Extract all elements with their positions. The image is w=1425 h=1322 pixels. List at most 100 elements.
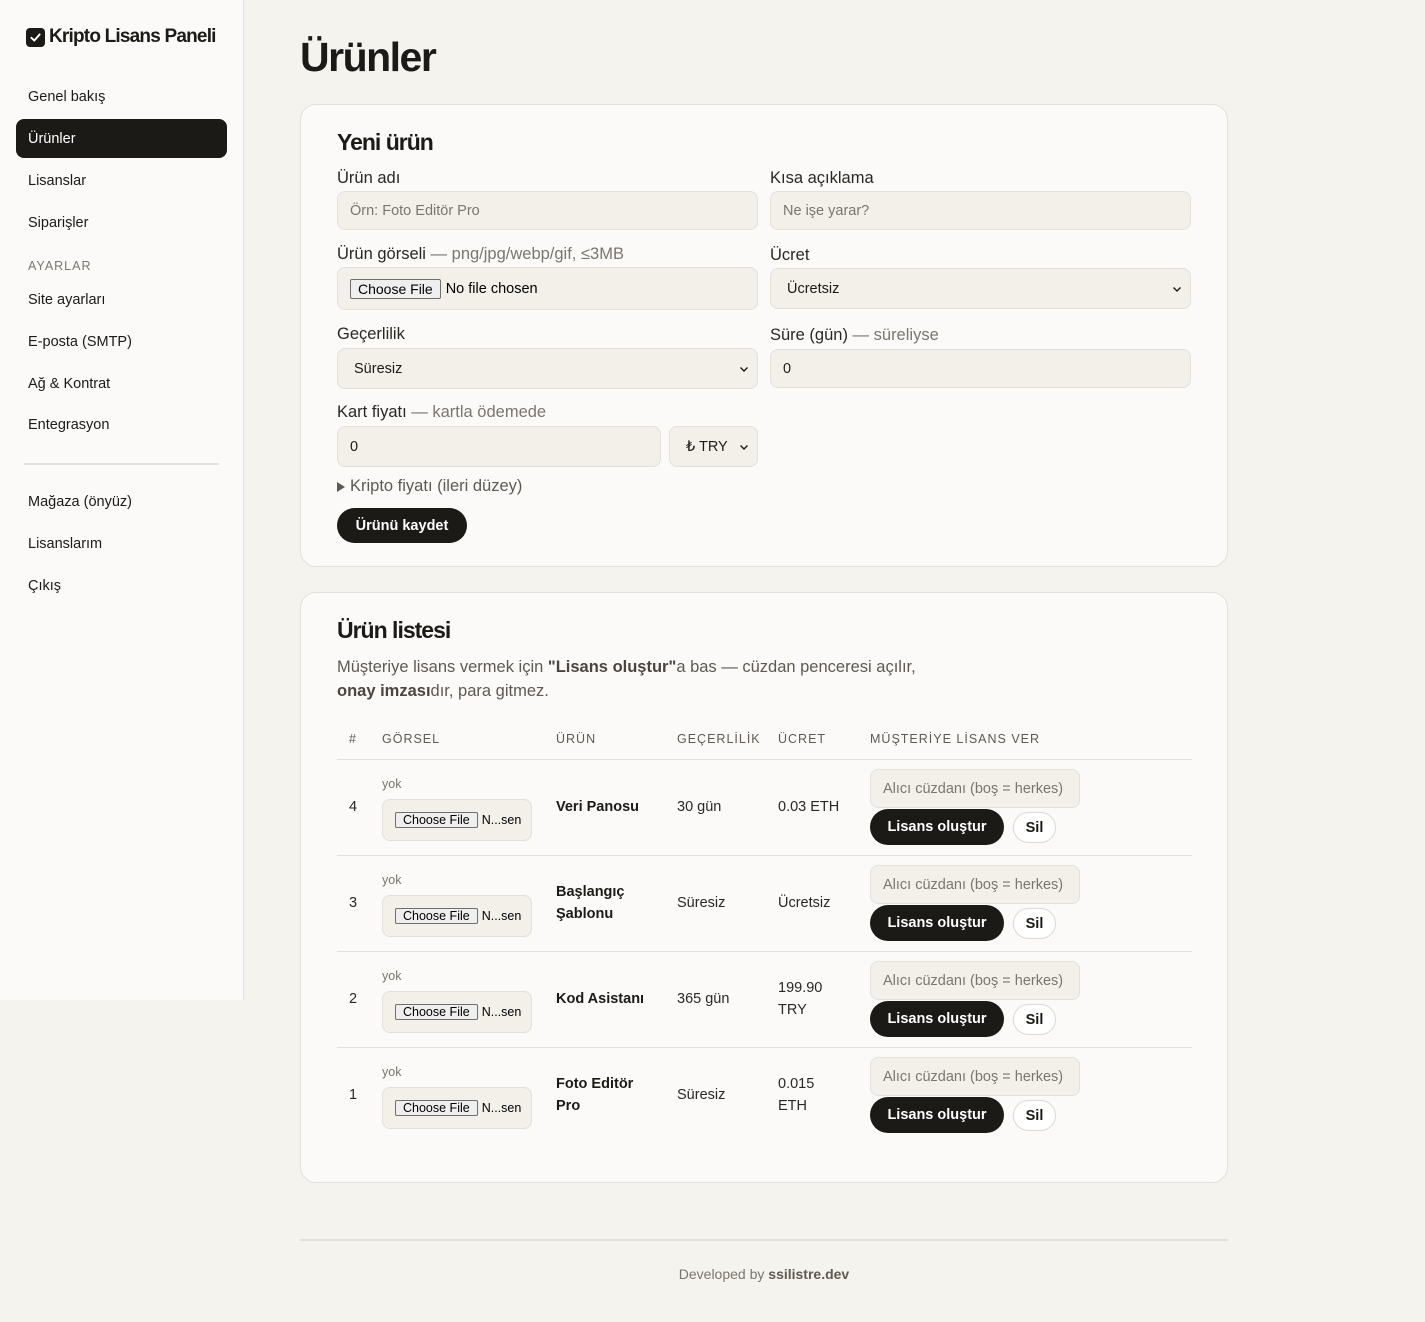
desc-text-3: dır, para gitmez. <box>430 682 549 700</box>
short-desc-input[interactable]: Ne işe yarar? <box>770 191 1191 230</box>
nav-item-products[interactable]: Ürünler <box>16 119 227 158</box>
row-validity: Süresiz <box>677 895 726 911</box>
brand-title: Kripto Lisans Paneli <box>49 26 216 47</box>
column-header-validity: GEÇERLİLİK <box>677 732 761 746</box>
row-product-name-line-1: Başlangıç <box>556 884 625 900</box>
row-price-line-1: 0.03 ETH <box>778 799 840 815</box>
row-price-line-1: 0.015 <box>778 1076 815 1092</box>
brand[interactable]: Kripto Lisans Paneli <box>26 26 216 48</box>
short-desc-label: Kısa açıklama <box>770 169 874 187</box>
duration-label-text: Süre (gün) <box>770 326 848 344</box>
duration-label: Süre (gün) — süreliyse <box>770 326 939 345</box>
validity-select-value: Süresiz <box>354 360 403 377</box>
row-divider <box>337 855 1192 856</box>
crypto-price-details[interactable]: Kripto fiyatı (ileri düzey) <box>337 477 522 496</box>
nav-item-smtp[interactable]: E-posta (SMTP) <box>16 322 227 361</box>
column-header-id: # <box>349 732 357 746</box>
table-header-divider <box>337 759 1192 760</box>
row-divider <box>337 951 1192 952</box>
product-image-file-input: Choose File No file chosen <box>337 267 758 310</box>
wallet-input[interactable]: Alıcı cüzdanı (boş = herkes) <box>870 961 1080 1000</box>
wallet-input[interactable]: Alıcı cüzdanı (boş = herkes) <box>870 1057 1080 1096</box>
column-header-license: MÜŞTERİYE LİSANS VER <box>870 732 1041 746</box>
create-license-button[interactable]: Lisans oluştur <box>870 1097 1004 1133</box>
choose-file-button[interactable]: Choose File <box>395 1100 478 1116</box>
delete-button[interactable]: Sil <box>1013 1100 1056 1131</box>
desc-bold-2: onay imzası <box>337 682 431 700</box>
choose-file-button[interactable]: Choose File <box>395 812 478 828</box>
currency-select[interactable]: ₺ TRY <box>669 426 758 467</box>
row-product-name-line-1: Veri Panosu <box>556 799 640 815</box>
choose-file-button[interactable]: Choose File <box>395 908 478 924</box>
row-validity: 365 gün <box>677 991 730 1007</box>
duration-input[interactable]: 0 <box>770 349 1191 388</box>
price-label: Ücret <box>770 246 810 264</box>
create-license-button[interactable]: Lisans oluştur <box>870 809 1004 845</box>
row-product-name-line-2: Pro <box>556 1098 581 1114</box>
product-list-title: Ürün listesi <box>337 617 451 643</box>
nav-item-licenses[interactable]: Lisanslar <box>16 161 227 200</box>
nav-item-integration[interactable]: Entegrasyon <box>16 405 227 444</box>
footer-prefix: Developed by <box>678 1266 769 1282</box>
nav-item-orders[interactable]: Siparişler <box>16 203 227 242</box>
nav-item-overview[interactable]: Genel bakış <box>16 77 227 116</box>
row-id: 4 <box>349 799 358 815</box>
desc-bold-1: "Lisans oluştur" <box>547 658 677 676</box>
row-product-name-line-1: Foto Editör <box>556 1076 634 1092</box>
validity-label: Geçerlilik <box>337 325 405 343</box>
column-header-image: GÖRSEL <box>382 732 441 746</box>
delete-button[interactable]: Sil <box>1013 1004 1056 1035</box>
nav-item-my-licenses[interactable]: Lisanslarım <box>16 524 227 563</box>
image-none-label: yok <box>382 777 402 791</box>
row-product-name: Başlangıç Şablonu <box>556 881 625 925</box>
new-product-card: Yeni ürün Ürün adı Örn: Foto Editör Pro … <box>300 104 1228 567</box>
file-status: N...sen <box>481 1101 522 1115</box>
product-image-hint: — png/jpg/webp/gif, ≤3MB <box>425 245 624 263</box>
validity-select[interactable]: Süresiz <box>337 348 758 389</box>
crypto-price-summary: Kripto fiyatı (ileri düzey) <box>350 477 523 495</box>
desc-text-1: Müşteriye lisans vermek için <box>337 658 548 676</box>
nav-item-storefront[interactable]: Mağaza (önyüz) <box>16 482 227 521</box>
nav-item-logout[interactable]: Çıkış <box>16 566 227 605</box>
create-license-button[interactable]: Lisans oluştur <box>870 905 1004 941</box>
footer-divider <box>300 1239 1228 1241</box>
card-price-input[interactable]: 0 <box>337 426 661 467</box>
duration-hint: — süreliyse <box>847 326 939 344</box>
row-id: 1 <box>349 1087 358 1103</box>
column-header-price: ÜCRET <box>778 732 827 746</box>
image-none-label: yok <box>382 873 402 887</box>
row-validity: Süresiz <box>677 1087 726 1103</box>
create-license-button[interactable]: Lisans oluştur <box>870 1001 1004 1037</box>
card-price-label-text: Kart fiyatı <box>337 403 407 421</box>
card-price-label: Kart fiyatı — kartla ödemede <box>337 403 546 422</box>
choose-file-button[interactable]: Choose File <box>350 278 441 299</box>
wallet-input[interactable]: Alıcı cüzdanı (boş = herkes) <box>870 865 1080 904</box>
choose-file-button[interactable]: Choose File <box>395 1004 478 1020</box>
image-none-label: yok <box>382 1065 402 1079</box>
save-product-button[interactable]: Ürünü kaydet <box>337 508 467 543</box>
product-name-label: Ürün adı <box>337 169 401 187</box>
page-title: Ürünler <box>300 34 437 80</box>
footer: Developed by ssilistre.dev <box>0 1266 1425 1282</box>
checkbox-icon <box>26 27 45 47</box>
footer-link[interactable]: ssilistre.dev <box>768 1266 849 1282</box>
row-product-name: Kod Asistanı <box>556 988 644 1010</box>
card-price-hint: — kartla ödemede <box>406 403 547 421</box>
nav-item-site-settings[interactable]: Site ayarları <box>16 280 227 319</box>
file-status: N...sen <box>481 909 522 923</box>
wallet-input[interactable]: Alıcı cüzdanı (boş = herkes) <box>870 769 1080 808</box>
row-price-line-1: Ücretsiz <box>778 895 831 911</box>
price-select[interactable]: Ücretsiz <box>770 268 1191 309</box>
delete-button[interactable]: Sil <box>1013 908 1056 939</box>
row-price-line-1: 199.90 <box>778 980 823 996</box>
nav-item-network-contract[interactable]: Ağ & Kontrat <box>16 364 227 403</box>
disclosure-triangle-icon <box>337 481 345 492</box>
delete-button[interactable]: Sil <box>1013 812 1056 843</box>
row-price: 0.03 ETH <box>778 796 839 818</box>
column-header-product: ÜRÜN <box>556 732 597 746</box>
row-image-file-input: Choose File N...sen <box>382 895 532 937</box>
product-name-input[interactable]: Örn: Foto Editör Pro <box>337 191 758 230</box>
row-image-file-input: Choose File N...sen <box>382 991 532 1033</box>
row-price: 0.015 ETH <box>778 1073 814 1117</box>
row-image-file-input: Choose File N...sen <box>382 1087 532 1129</box>
